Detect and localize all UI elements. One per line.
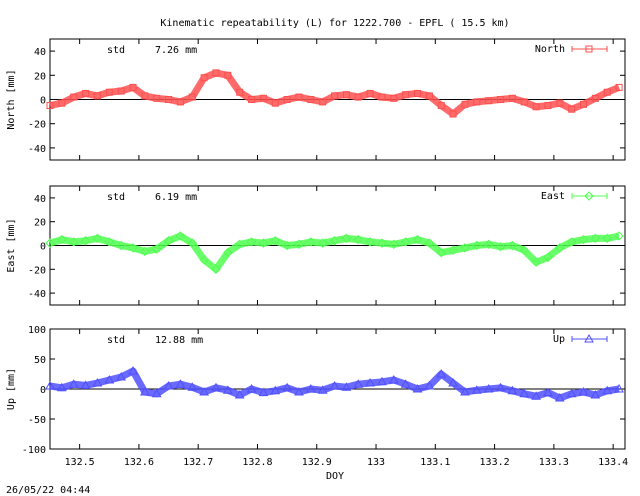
x-tick-label: 132.5 bbox=[65, 457, 95, 468]
x-tick-label: 133.1 bbox=[420, 457, 450, 468]
x-tick-label: 132.9 bbox=[302, 457, 332, 468]
y-tick-label: 50 bbox=[34, 355, 46, 366]
y-tick-label: 0 bbox=[40, 385, 46, 396]
chart-figure: Kinematic repeatability (L) for 1222.700… bbox=[6, 18, 628, 496]
panel-up: -100 -50 0 50 100 132.5 132.6 132.7 132.8 132.9 13… bbox=[6, 325, 628, 468]
chart-title: Kinematic repeatability (L) for 1222.700… bbox=[160, 18, 509, 29]
y-tick-label: 0 bbox=[40, 96, 46, 107]
x-tick-label: 133.3 bbox=[539, 457, 569, 468]
y-tick-label: 40 bbox=[34, 194, 46, 205]
y-axis-label: North [mm] bbox=[6, 69, 17, 129]
y-tick-label: 0 bbox=[40, 242, 46, 253]
panel-north: -40 -20 0 20 40 North [mm] std 7.26 mm North bbox=[6, 38, 626, 161]
std-label: std bbox=[107, 335, 125, 346]
series-line-up bbox=[49, 367, 620, 402]
y-axis-label: Up [mm] bbox=[6, 368, 17, 410]
x-tick-label: 133 bbox=[367, 457, 385, 468]
series-line-north bbox=[49, 69, 621, 118]
y-tick-label: -40 bbox=[28, 289, 46, 300]
x-axis-label: DOY bbox=[326, 471, 344, 482]
y-tick-label: 40 bbox=[34, 47, 46, 58]
x-tick-label: 133.2 bbox=[480, 457, 510, 468]
y-tick-label: -20 bbox=[28, 120, 46, 131]
y-tick-label: 20 bbox=[34, 71, 46, 82]
legend-label: Up bbox=[553, 334, 565, 345]
std-value: 12.88 mm bbox=[155, 335, 203, 346]
y-tick-label: -100 bbox=[22, 445, 46, 456]
std-label: std bbox=[107, 45, 125, 56]
std-value: 6.19 mm bbox=[155, 192, 197, 203]
std-value: 7.26 mm bbox=[155, 45, 197, 56]
x-tick-label: 132.8 bbox=[242, 457, 272, 468]
x-tick-label: 132.6 bbox=[124, 457, 154, 468]
std-label: std bbox=[107, 192, 125, 203]
legend-label: East bbox=[541, 191, 565, 202]
y-tick-label: 100 bbox=[28, 325, 46, 336]
timestamp: 26/05/22 04:44 bbox=[6, 485, 90, 496]
panel-east: -40 -20 0 20 40 East [mm] std 6.19 mm East bbox=[6, 185, 626, 306]
y-tick-label: -50 bbox=[28, 415, 46, 426]
x-tick-label: 133.4 bbox=[598, 457, 628, 468]
x-tick-label: 132.7 bbox=[183, 457, 213, 468]
y-tick-label: -40 bbox=[28, 144, 46, 155]
y-tick-label: -20 bbox=[28, 265, 46, 276]
y-tick-label: 20 bbox=[34, 218, 46, 229]
y-axis-label: East [mm] bbox=[6, 218, 17, 272]
legend-label: North bbox=[535, 44, 565, 55]
